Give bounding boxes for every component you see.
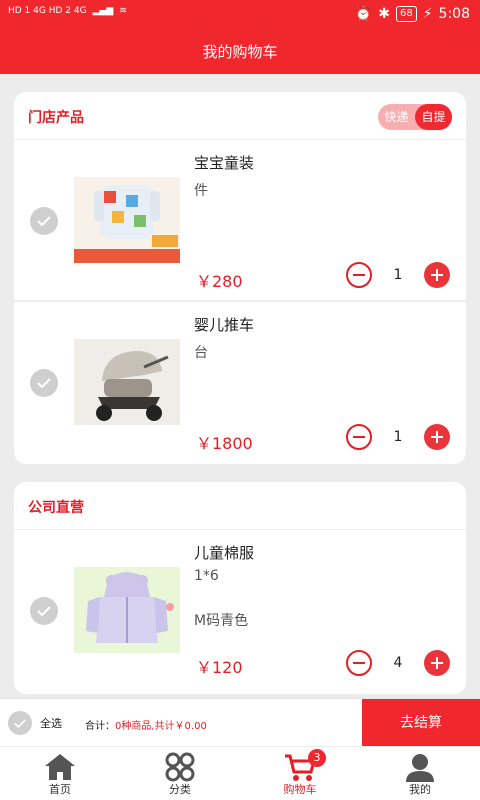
item-name: 宝宝童装	[194, 154, 255, 172]
tab-label: 我的	[409, 783, 431, 796]
tab-home[interactable]: 首页	[0, 747, 120, 800]
minus-icon	[353, 274, 365, 276]
status-bar: HD 1 4G HD 2 4G ▂▄▆ ≋ ⏰ ✱ 68 ⚡ 5:08	[0, 0, 480, 30]
total-value: 0种商品,共计￥0.00	[115, 721, 207, 732]
item-price: ￥120	[196, 658, 243, 677]
quantity-stepper: 1	[346, 424, 450, 450]
tab-label: 分类	[169, 783, 191, 796]
increase-button[interactable]	[424, 262, 450, 288]
checkout-button[interactable]: 去结算	[362, 699, 480, 747]
quantity-value: 1	[393, 267, 403, 283]
plus-icon	[436, 431, 438, 443]
cart-item: 宝宝童装 件 ￥280 1	[14, 140, 466, 302]
check-icon	[14, 718, 26, 728]
signal-icon: ▂▄▆	[92, 6, 114, 16]
profile-icon	[406, 754, 434, 782]
charging-icon: ⚡	[422, 6, 433, 22]
quantity-value: 1	[393, 429, 403, 445]
battery-icon: 68	[395, 6, 417, 22]
category-icon	[165, 752, 195, 782]
increase-button[interactable]	[424, 424, 450, 450]
decrease-button[interactable]	[346, 424, 372, 450]
home-icon	[45, 754, 75, 780]
quantity-value: 4	[393, 655, 403, 671]
stroller-image	[74, 339, 180, 425]
select-all[interactable]: 全选	[8, 711, 62, 735]
clock-time: 5:08	[438, 6, 470, 22]
plus-icon	[436, 269, 438, 281]
check-icon	[37, 216, 51, 226]
quantity-stepper: 1	[346, 262, 450, 288]
network-indicators: HD 1 4G HD 2 4G ▂▄▆ ≋	[8, 6, 127, 16]
tab-cart[interactable]: 购物车	[240, 747, 360, 800]
baby-clothes-image	[74, 177, 180, 263]
store-card-header: 公司直营	[14, 482, 466, 530]
item-spec: 台	[194, 345, 208, 361]
item-name: 儿童棉服	[194, 544, 255, 562]
cart-item: 婴儿推车 台 ￥1800 1	[14, 302, 466, 464]
cart-item: 儿童棉服 1*6 M码青色 ￥120 4	[14, 530, 466, 692]
toggle-express[interactable]: 快递	[378, 104, 415, 130]
decrease-button[interactable]	[346, 262, 372, 288]
tab-category[interactable]: 分类	[120, 747, 240, 800]
bottom-tabbar: 首页 分类 购物车 我的 3	[0, 746, 480, 800]
tab-label: 首页	[49, 783, 71, 796]
check-icon	[37, 378, 51, 388]
toggle-pickup[interactable]: 自提	[415, 104, 452, 130]
decrease-button[interactable]	[346, 650, 372, 676]
delivery-toggle[interactable]: 快递 自提	[378, 104, 452, 130]
minus-icon	[353, 662, 365, 664]
select-all-checkbox[interactable]	[8, 711, 32, 735]
minus-icon	[353, 436, 365, 438]
store-card-公司直营: 公司直营 儿童棉服 1*6 M码青色 ￥120 4	[14, 482, 466, 694]
bluetooth-icon: ✱	[378, 6, 390, 22]
item-checkbox[interactable]	[30, 207, 58, 235]
store-title: 门店产品	[28, 110, 84, 126]
system-indicators: ⏰ ✱ 68 ⚡ 5:08	[355, 6, 470, 22]
kids-coat-image	[74, 567, 180, 653]
increase-button[interactable]	[424, 650, 450, 676]
item-price: ￥1800	[196, 434, 253, 453]
network-text: HD 1 4G HD 2 4G	[8, 6, 87, 16]
quantity-stepper: 4	[346, 650, 450, 676]
wifi-icon: ≋	[119, 6, 127, 16]
check-icon	[37, 606, 51, 616]
item-name: 婴儿推车	[194, 316, 255, 334]
cart-badge: 3	[308, 749, 326, 767]
item-variant: M码青色	[194, 613, 249, 629]
page-title: 我的购物车	[0, 30, 480, 74]
plus-icon	[436, 657, 438, 669]
checkout-bar: 全选 合计：0种商品,共计￥0.00 去结算	[0, 698, 480, 747]
store-card-header: 门店产品 快递 自提	[14, 92, 466, 140]
tab-profile[interactable]: 我的	[360, 747, 480, 800]
item-spec: 件	[194, 183, 208, 199]
item-spec: 1*6	[194, 568, 219, 584]
total-summary: 合计：0种商品,共计￥0.00	[85, 717, 207, 732]
store-title: 公司直营	[28, 500, 84, 516]
select-all-label: 全选	[40, 717, 62, 730]
tab-label: 购物车	[283, 783, 317, 796]
item-checkbox[interactable]	[30, 597, 58, 625]
store-card-门店产品: 门店产品 快递 自提 宝宝童装 件 ￥280 1 婴儿推车 台 ￥1800 1	[14, 92, 466, 464]
item-checkbox[interactable]	[30, 369, 58, 397]
alarm-icon: ⏰	[354, 6, 373, 22]
item-price: ￥280	[196, 272, 243, 291]
total-label: 合计：	[85, 721, 115, 732]
